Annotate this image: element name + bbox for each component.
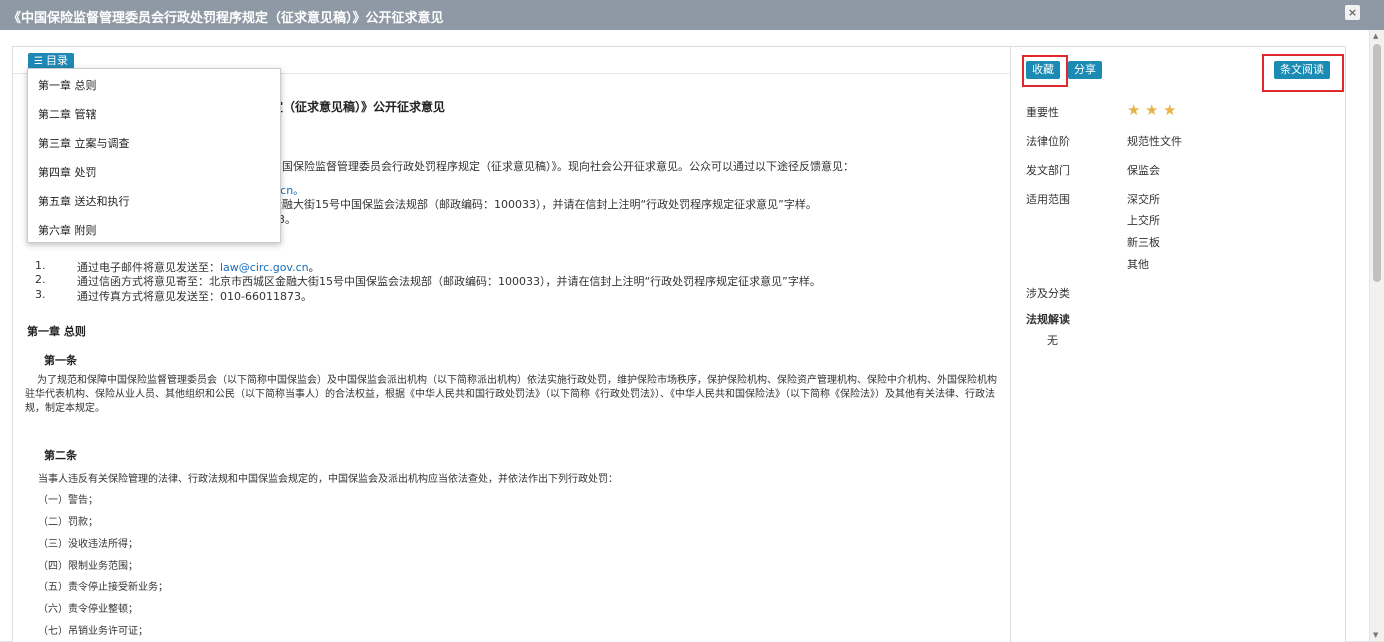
toc-dropdown: 第一章 总则 第二章 管辖 第三章 立案与调查 第四章 处罚 第五章 送达和执行… — [27, 68, 281, 243]
intro-text: 中国保险监督管理委员会行政处罚程序规定（征求意见稿）》。现向社会公开征求意见。公… — [271, 160, 854, 173]
scroll-down-icon[interactable]: ▼ — [1373, 631, 1378, 639]
chapter-heading: 第一章 总则 — [27, 325, 86, 338]
scope-value: 其他 — [1127, 258, 1149, 271]
mail-text-partial: 金融大街15号中国保监会法规部（邮政编码：100033），并请在信封上注明“行政… — [271, 198, 817, 211]
toc-item-chapter-3[interactable]: 第三章 立案与调查 — [38, 135, 130, 151]
interpretation-value: 无 — [1047, 334, 1058, 347]
share-button[interactable]: 分享 — [1068, 61, 1102, 79]
issuer-value: 保监会 — [1127, 164, 1160, 177]
star-icon: ★ — [1127, 101, 1141, 119]
vertical-scrollbar[interactable]: ▲ ▼ — [1369, 30, 1384, 641]
star-icon: ★ — [1163, 101, 1177, 119]
toc-item-chapter-5[interactable]: 第五章 送达和执行 — [38, 193, 130, 209]
article-heading: 第一条 — [44, 354, 77, 367]
legal-rank-value: 规范性文件 — [1127, 135, 1182, 148]
article-text: 为了规范和保障中国保险监督管理委员会（以下简称中国保监会）及中国保监会派出机构（… — [25, 375, 997, 414]
penalty-item: （二）罚款； — [38, 517, 98, 528]
penalty-item: （六）责令停业整顿； — [38, 604, 138, 615]
star-icon: ★ — [1145, 101, 1159, 119]
scope-value: 深交所 — [1127, 193, 1160, 206]
scroll-up-icon[interactable]: ▲ — [1373, 32, 1378, 40]
penalty-item: （四）限制业务范围； — [38, 561, 138, 572]
favorite-button[interactable]: 收藏 — [1026, 61, 1060, 79]
toc-item-chapter-4[interactable]: 第四章 处罚 — [38, 164, 97, 180]
document-title: 规定（征求意见稿）》公开征求意见 — [259, 100, 446, 114]
penalty-item: （七）吊销业务许可证； — [38, 626, 148, 637]
article-heading: 第二条 — [44, 449, 77, 462]
metadata-sidebar: 收藏 分享 条文阅读 重要性 ★ ★ ★ 法律位阶 规范性文件 发文部门 保监会… — [1010, 46, 1346, 642]
category-label: 涉及分类 — [1026, 287, 1070, 300]
toc-item-chapter-6[interactable]: 第六章 附则 — [38, 222, 97, 238]
window-title: 《中国保险监督管理委员会行政处罚程序规定（征求意见稿）》公开征求意见 — [8, 11, 444, 26]
scope-value: 新三板 — [1127, 236, 1160, 249]
importance-label: 重要性 — [1026, 106, 1059, 119]
legal-rank-label: 法律位阶 — [1026, 135, 1070, 148]
interpretation-label: 法规解读 — [1026, 313, 1070, 326]
toc-button[interactable]: ☰ 目录 — [28, 53, 74, 69]
list-number: 1. — [35, 259, 46, 272]
penalty-item: （一）警告； — [38, 495, 98, 506]
article-text: 当事人违反有关保险管理的法律、行政法规和中国保监会规定的，中国保监会及派出机构应… — [38, 474, 618, 485]
scope-label: 适用范围 — [1026, 193, 1070, 206]
toc-button-label: 目录 — [45, 54, 68, 67]
list-number: 2. — [35, 273, 46, 286]
list-number: 3. — [35, 288, 46, 301]
scope-value: 上交所 — [1127, 214, 1160, 227]
toc-item-chapter-1[interactable]: 第一章 总则 — [38, 77, 97, 93]
list-item-fax: 通过传真方式将意见发送至：010-66011873。 — [77, 290, 312, 303]
issuer-label: 发文部门 — [1026, 164, 1070, 177]
penalty-item: （五）责令停止接受新业务； — [38, 582, 168, 593]
toc-item-chapter-2[interactable]: 第二章 管辖 — [38, 106, 97, 122]
penalty-item: （三）没收违法所得； — [38, 539, 138, 550]
clause-read-button[interactable]: 条文阅读 — [1274, 61, 1330, 79]
close-icon[interactable]: × — [1345, 5, 1360, 20]
window-titlebar: 《中国保险监督管理委员会行政处罚程序规定（征求意见稿）》公开征求意见 × — [0, 0, 1384, 30]
scrollbar-thumb[interactable] — [1373, 44, 1381, 282]
list-item-mail: 通过信函方式将意见寄至：北京市西城区金融大街15号中国保监会法规部（邮政编码：1… — [77, 275, 821, 288]
